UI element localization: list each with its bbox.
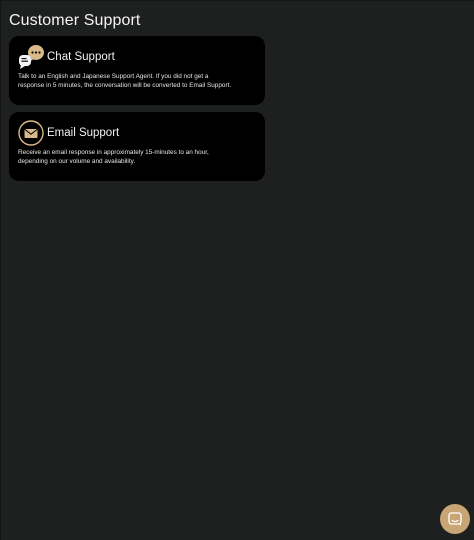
chat-support-description-line: response in 5 minutes, the conversation … [18,81,232,89]
email-support-header: Email Support [17,112,257,148]
chat-support-description-line: Talk to an English and Japanese Support … [18,73,209,80]
chat-support-title: Chat Support [47,51,115,63]
chat-support-description: Talk to an English and Japanese Support … [17,73,257,90]
page-title: Customer Support [9,12,141,29]
chat-launcher-icon [448,512,462,526]
customer-support-page: Customer Support Chat Support Talk to an… [0,0,474,540]
email-support-description-line: depending on our volume and availability… [18,157,136,165]
chat-support-card[interactable]: Chat Support Talk to an English and Japa… [9,36,265,105]
email-support-card[interactable]: Email Support Receive an email response … [9,112,265,181]
envelope-icon [18,120,44,146]
email-support-title: Email Support [47,127,120,139]
chat-support-header: Chat Support [17,36,257,72]
email-support-description-line: Receive an email response in approximate… [18,149,209,156]
email-support-description: Receive an email response in approximate… [17,149,257,166]
chat-launcher-button[interactable] [440,504,470,534]
chat-bubbles-icon [19,45,44,69]
